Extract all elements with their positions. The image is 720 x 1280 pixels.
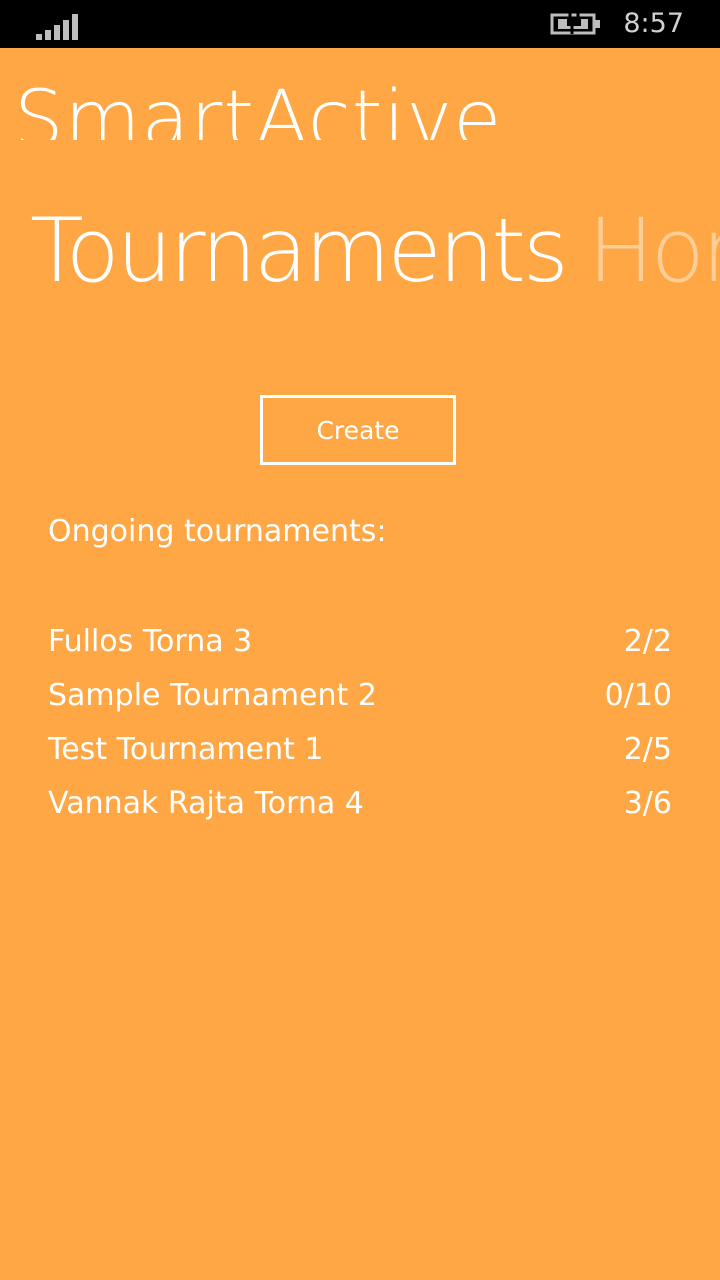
pivot-tab-home[interactable]: Home	[588, 199, 720, 302]
tournament-count: 3/6	[623, 785, 672, 821]
tournament-name: Fullos Torna 3	[48, 623, 253, 659]
tournament-row[interactable]: Fullos Torna 3 2/2	[48, 614, 672, 668]
pivot-tab-tournaments[interactable]: Tournaments	[30, 199, 569, 302]
clock: 8:57	[623, 8, 684, 39]
ongoing-tournaments-label: Ongoing tournaments:	[48, 514, 387, 549]
status-bar: 8:57	[0, 0, 720, 48]
tournament-name: Vannak Rajta Torna 4	[48, 785, 364, 821]
tournament-count: 2/5	[623, 731, 672, 767]
tournament-name: Sample Tournament 2	[48, 677, 377, 713]
tournament-list: Fullos Torna 3 2/2 Sample Tournament 2 0…	[48, 614, 672, 830]
tournament-name: Test Tournament 1	[48, 731, 324, 767]
app-title-container: SmartActive	[0, 48, 720, 140]
tournament-count: 0/10	[604, 677, 672, 713]
pivot-header: TournamentsHome	[30, 196, 720, 306]
create-button[interactable]: Create	[260, 395, 456, 465]
signal-bars-icon	[36, 12, 80, 40]
app-title: SmartActive	[14, 75, 503, 140]
tournament-count: 2/2	[623, 623, 672, 659]
tournament-row[interactable]: Sample Tournament 2 0/10	[48, 668, 672, 722]
tournament-row[interactable]: Vannak Rajta Torna 4 3/6	[48, 776, 672, 830]
tournament-row[interactable]: Test Tournament 1 2/5	[48, 722, 672, 776]
battery-charging-icon	[550, 12, 600, 35]
